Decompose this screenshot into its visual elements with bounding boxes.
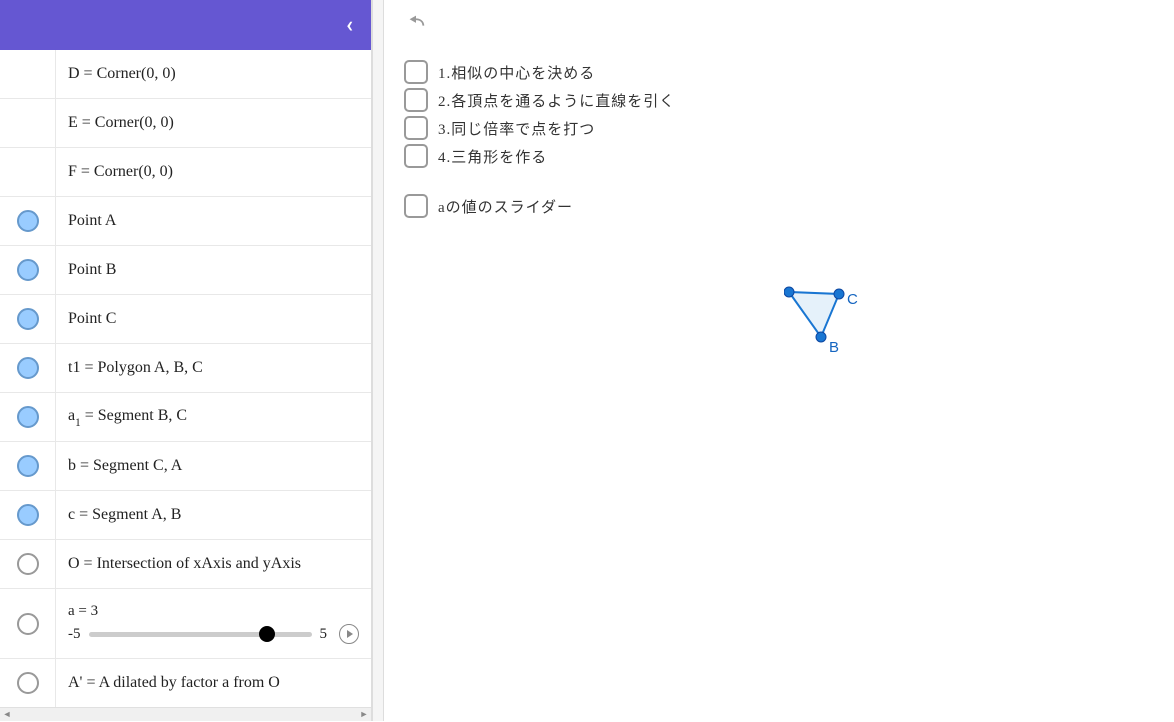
panel-resizer[interactable] bbox=[372, 0, 384, 721]
algebra-row[interactable]: Point B bbox=[0, 246, 371, 295]
algebra-row[interactable]: F = Corner(0, 0) bbox=[0, 148, 371, 197]
point-c[interactable] bbox=[834, 289, 844, 299]
algebra-row[interactable]: Point A bbox=[0, 197, 371, 246]
algebra-row[interactable]: b = Segment C, A bbox=[0, 442, 371, 491]
algebra-row[interactable]: E = Corner(0, 0) bbox=[0, 99, 371, 148]
app-root: ‹ D = Corner(0, 0) E = Corner(0, 0) F = … bbox=[0, 0, 1174, 721]
visibility-toggle[interactable] bbox=[0, 659, 56, 707]
slider[interactable]: -5 5 bbox=[68, 624, 359, 644]
visible-icon bbox=[17, 210, 39, 232]
algebra-row[interactable]: a1 = Segment B, C bbox=[0, 393, 371, 442]
visible-icon bbox=[17, 455, 39, 477]
algebra-expr: Point C bbox=[68, 310, 116, 328]
algebra-expr: O = Intersection of xAxis and yAxis bbox=[68, 555, 301, 573]
scroll-left-icon[interactable]: ◄ bbox=[0, 708, 14, 722]
algebra-row[interactable]: A' = A dilated by factor a from O bbox=[0, 659, 371, 707]
algebra-expr: F = Corner(0, 0) bbox=[68, 163, 173, 181]
visibility-toggle[interactable] bbox=[0, 442, 56, 490]
checkbox-list: 1.相似の中心を決める 2.各頂点を通るように直線を引く 3.同じ倍率で点を打つ… bbox=[404, 60, 675, 218]
visibility-toggle bbox=[0, 50, 56, 98]
horizontal-scrollbar[interactable]: ◄ ► bbox=[0, 707, 371, 721]
visibility-toggle[interactable] bbox=[0, 246, 56, 294]
algebra-expr: D = Corner(0, 0) bbox=[68, 65, 176, 83]
algebra-expr: b = Segment C, A bbox=[68, 457, 182, 475]
undo-button[interactable] bbox=[404, 10, 428, 34]
polygon-t1[interactable] bbox=[789, 292, 839, 337]
checkbox-item: 2.各頂点を通るように直線を引く bbox=[404, 88, 675, 112]
panel-header: ‹ bbox=[0, 0, 371, 50]
visibility-toggle[interactable] bbox=[0, 491, 56, 539]
checkbox[interactable] bbox=[404, 88, 428, 112]
scroll-right-icon[interactable]: ► bbox=[357, 708, 371, 722]
checkbox-label: aの値のスライダー bbox=[438, 196, 573, 217]
slider-min: -5 bbox=[68, 626, 81, 643]
checkbox-label: 4.三角形を作る bbox=[438, 146, 547, 167]
algebra-row[interactable]: D = Corner(0, 0) bbox=[0, 50, 371, 99]
hidden-icon bbox=[17, 672, 39, 694]
hidden-icon bbox=[17, 553, 39, 575]
checkbox-item: 4.三角形を作る bbox=[404, 144, 675, 168]
algebra-expr: a1 = Segment B, C bbox=[68, 407, 187, 427]
checkbox-item: 1.相似の中心を決める bbox=[404, 60, 675, 84]
checkbox-label: 3.同じ倍率で点を打つ bbox=[438, 118, 595, 139]
visible-icon bbox=[17, 308, 39, 330]
slider-label: a = 3 bbox=[68, 603, 359, 620]
algebra-slider-row[interactable]: a = 3 -5 5 bbox=[0, 589, 371, 659]
algebra-expr: A' = A dilated by factor a from O bbox=[68, 674, 280, 692]
checkbox-label: 1.相似の中心を決める bbox=[438, 62, 595, 83]
visibility-toggle bbox=[0, 148, 56, 196]
visible-icon bbox=[17, 357, 39, 379]
algebra-row[interactable]: Point C bbox=[0, 295, 371, 344]
algebra-expr: t1 = Polygon A, B, C bbox=[68, 359, 203, 377]
algebra-panel: ‹ D = Corner(0, 0) E = Corner(0, 0) F = … bbox=[0, 0, 372, 721]
algebra-expr: c = Segment A, B bbox=[68, 506, 181, 524]
checkbox[interactable] bbox=[404, 194, 428, 218]
slider-track[interactable] bbox=[89, 624, 312, 644]
algebra-row[interactable]: c = Segment A, B bbox=[0, 491, 371, 540]
visibility-toggle[interactable] bbox=[0, 197, 56, 245]
algebra-row[interactable]: t1 = Polygon A, B, C bbox=[0, 344, 371, 393]
graphics-view[interactable]: 1.相似の中心を決める 2.各頂点を通るように直線を引く 3.同じ倍率で点を打つ… bbox=[384, 0, 1174, 721]
checkbox-label: 2.各頂点を通るように直線を引く bbox=[438, 90, 675, 111]
checkbox[interactable] bbox=[404, 116, 428, 140]
checkbox[interactable] bbox=[404, 144, 428, 168]
visible-icon bbox=[17, 259, 39, 281]
checkbox[interactable] bbox=[404, 60, 428, 84]
algebra-expr: Point B bbox=[68, 261, 116, 279]
point-a[interactable] bbox=[784, 287, 794, 297]
hidden-icon bbox=[17, 613, 39, 635]
slider-thumb[interactable] bbox=[259, 626, 275, 642]
visibility-toggle[interactable] bbox=[0, 344, 56, 392]
visibility-toggle[interactable] bbox=[0, 589, 56, 658]
visibility-toggle bbox=[0, 99, 56, 147]
visibility-toggle[interactable] bbox=[0, 295, 56, 343]
visible-icon bbox=[17, 406, 39, 428]
point-b[interactable] bbox=[816, 332, 826, 342]
point-label-b: B bbox=[829, 339, 839, 356]
graphics-toolbar bbox=[404, 10, 428, 34]
checkbox-item: aの値のスライダー bbox=[404, 194, 675, 218]
slider-max: 5 bbox=[320, 626, 328, 643]
algebra-expr: Point A bbox=[68, 212, 116, 230]
algebra-row[interactable]: O = Intersection of xAxis and yAxis bbox=[0, 540, 371, 589]
visibility-toggle[interactable] bbox=[0, 393, 56, 441]
play-button[interactable] bbox=[339, 624, 359, 644]
visible-icon bbox=[17, 504, 39, 526]
triangle-object[interactable]: A C B bbox=[784, 282, 874, 362]
algebra-expr: E = Corner(0, 0) bbox=[68, 114, 174, 132]
undo-icon bbox=[405, 11, 427, 33]
point-label-c: C bbox=[847, 291, 858, 308]
algebra-list[interactable]: D = Corner(0, 0) E = Corner(0, 0) F = Co… bbox=[0, 50, 371, 707]
collapse-panel-icon[interactable]: ‹ bbox=[346, 13, 353, 38]
checkbox-item: 3.同じ倍率で点を打つ bbox=[404, 116, 675, 140]
visibility-toggle[interactable] bbox=[0, 540, 56, 588]
